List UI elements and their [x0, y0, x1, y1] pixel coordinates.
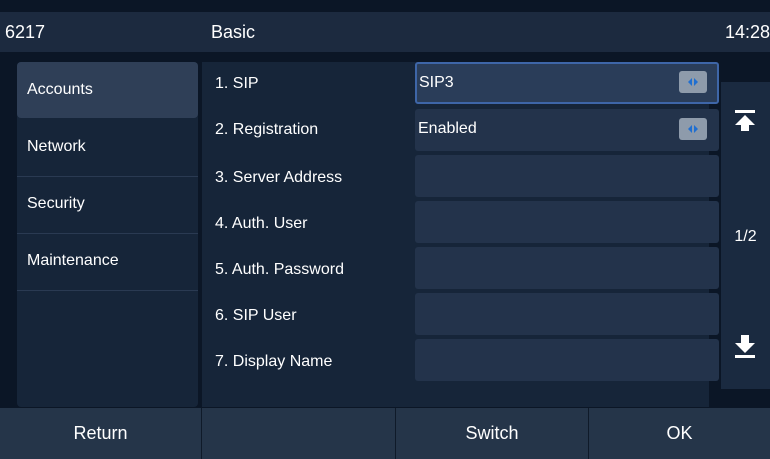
settings-sidebar: Accounts Network Security Maintenance — [17, 62, 198, 407]
switch-button[interactable]: Switch — [395, 408, 588, 459]
row-label-server-address: 3. Server Address — [215, 169, 343, 186]
page-title: Basic — [211, 22, 256, 42]
softkey-bar: Return Switch OK — [0, 408, 770, 459]
registration-select[interactable]: Enabled — [415, 109, 719, 151]
sidebar-item-label: Maintenance — [27, 252, 119, 269]
display-name-field[interactable] — [415, 339, 719, 381]
page-bottom-icon[interactable] — [732, 334, 758, 360]
divider — [17, 290, 198, 291]
row-label-sip: 1. SIP — [215, 75, 259, 92]
sidebar-item-security[interactable]: Security — [17, 176, 198, 232]
empty-softkey[interactable] — [201, 408, 395, 459]
sidebar-item-label: Security — [27, 195, 85, 212]
settings-panel: 1. SIP SIP3 2. Registration Enabled 3. S… — [202, 62, 719, 407]
row-label-sip-user: 6. SIP User — [215, 307, 297, 324]
left-right-arrows-icon[interactable] — [679, 118, 707, 140]
sidebar-item-network[interactable]: Network — [17, 119, 198, 175]
sidebar-item-accounts[interactable]: Accounts — [17, 62, 198, 118]
server-address-field[interactable] — [415, 155, 719, 197]
sidebar-item-maintenance[interactable]: Maintenance — [17, 233, 198, 289]
page-indicator: 1/2 — [734, 228, 757, 245]
row-label-auth-password: 5. Auth. Password — [215, 261, 344, 278]
page-top-icon[interactable] — [732, 109, 758, 133]
auth-user-field[interactable] — [415, 201, 719, 243]
sip-user-field[interactable] — [415, 293, 719, 335]
ok-button[interactable]: OK — [588, 408, 770, 459]
auth-password-field[interactable] — [415, 247, 719, 289]
clock: 14:28 — [725, 22, 770, 42]
left-right-arrows-icon[interactable] — [679, 71, 707, 93]
row-label-registration: 2. Registration — [215, 121, 319, 138]
sip-account-select[interactable]: SIP3 — [415, 62, 719, 104]
scroll-column: 1/2 — [721, 82, 770, 389]
sidebar-item-label: Network — [27, 138, 86, 155]
sip-account-value: SIP3 — [419, 74, 454, 91]
return-button[interactable]: Return — [0, 408, 201, 459]
sidebar-item-label: Accounts — [27, 81, 93, 98]
phone-screen: 6217 Basic 14:28 Accounts Network Securi… — [0, 0, 770, 459]
extension-number: 6217 — [5, 22, 46, 42]
row-label-display-name: 7. Display Name — [215, 353, 333, 370]
registration-value: Enabled — [418, 120, 477, 137]
status-bar: 6217 Basic 14:28 — [0, 12, 770, 52]
row-label-auth-user: 4. Auth. User — [215, 215, 308, 232]
